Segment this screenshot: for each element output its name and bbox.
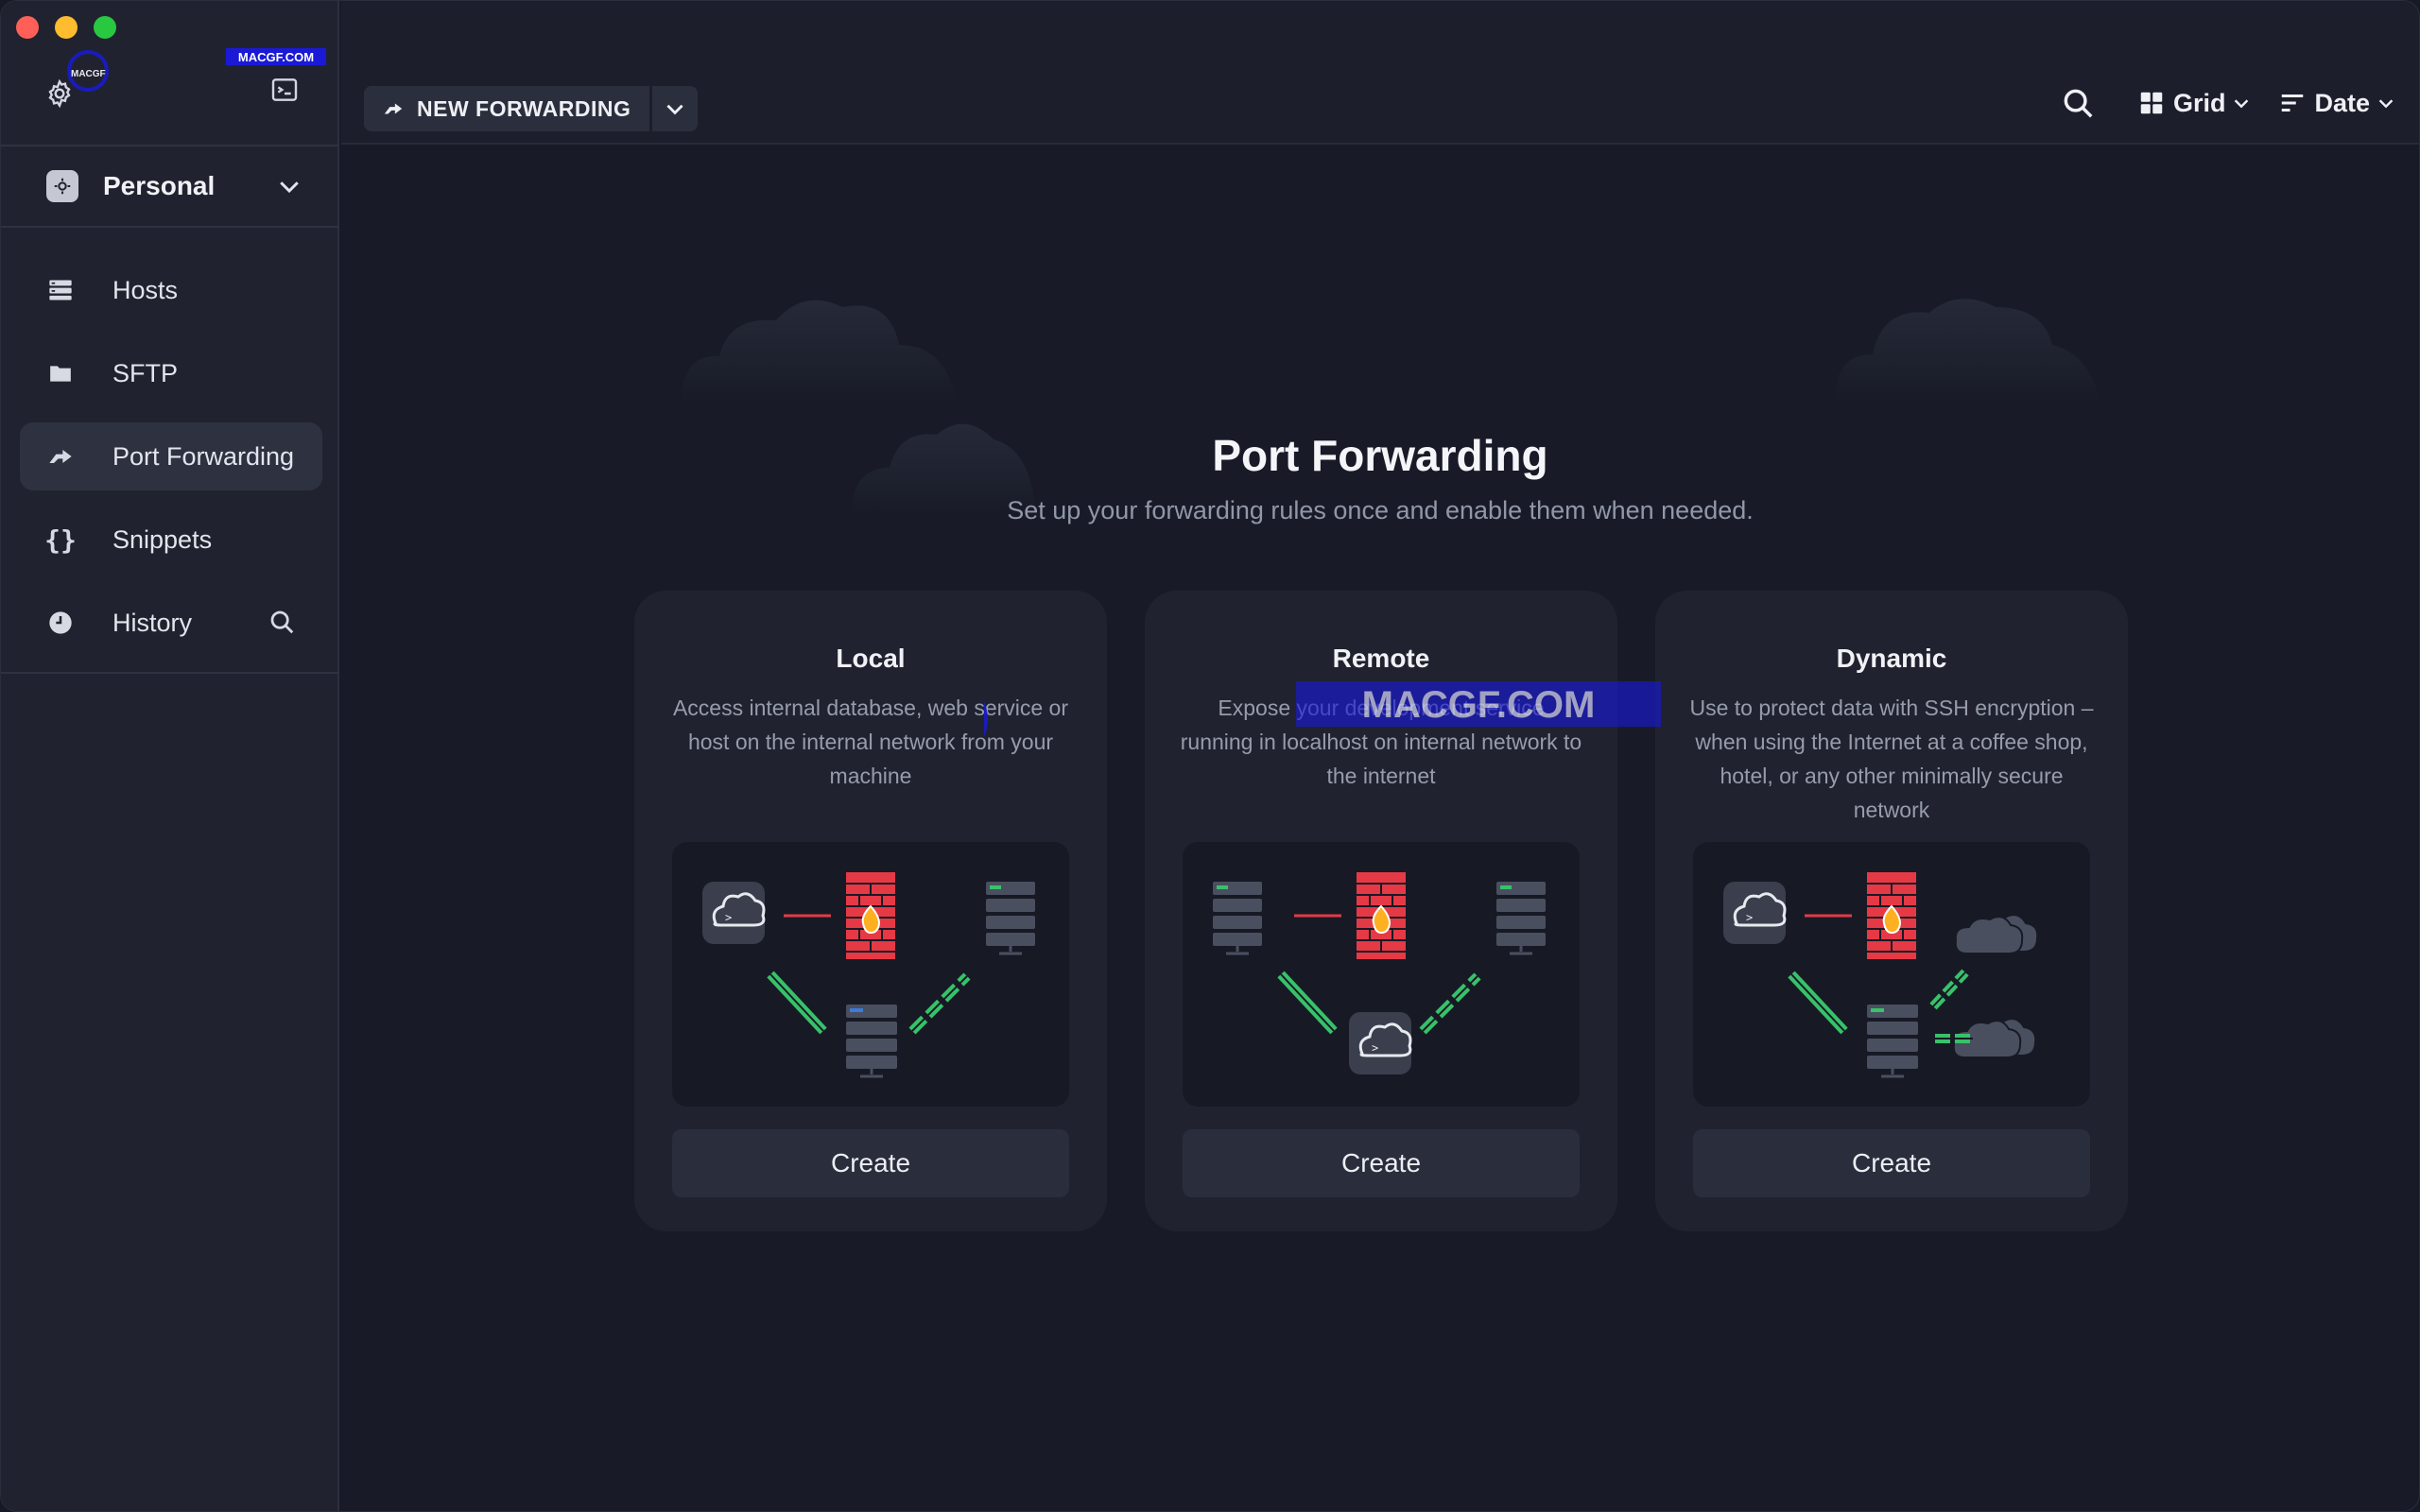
sidebar-item-label: Port Forwarding [112,441,295,471]
dynamic-forwarding-illustration: >_ [1693,842,2090,1107]
page-subtitle: Set up your forwarding rules once and en… [1007,496,1754,524]
sort-label: Date [2314,88,2370,117]
create-dynamic-button[interactable]: Create [1693,1129,2090,1197]
new-forwarding-dropdown[interactable] [652,86,699,131]
tunnel-line-dashed [1929,969,1973,1043]
chevron-down-icon [2378,99,2394,109]
main-content: Port Forwarding Set up your forwarding r… [341,146,2419,1511]
card-title: Local [836,644,906,673]
toolbar: NEW FORWARDING Grid Date [341,1,2419,145]
firewall-icon [1867,872,1916,959]
watermark-text: MACGF.COM [238,50,314,64]
create-local-button[interactable]: Create [672,1129,1069,1197]
database-server-icon [846,1005,897,1078]
watermark-logo: MACGF.COM MACGF [984,681,1661,737]
watermark-logo-text: MACGF [71,69,106,79]
card-title: Dynamic [1836,644,1947,673]
sidebar-item-snippets[interactable]: {} Snippets [20,506,322,574]
port-forwarding-icon [384,103,403,114]
vault-name: Personal [103,171,216,200]
view-mode-selector[interactable]: Grid [2137,89,2253,118]
view-mode-label: Grid [2172,88,2226,117]
sidebar-item-label: Hosts [112,275,179,304]
vault-selector[interactable]: Personal [46,162,303,211]
sidebar-divider [1,145,339,146]
port-forwarding-icon [46,442,75,471]
firewall-icon [846,872,895,959]
toolbar-controls: Grid Date [2060,84,2396,122]
zoom-window-button[interactable] [94,16,116,39]
terminal-cloud-icon: >_ [702,882,766,944]
app-window: Personal Hosts SFTP Port Forwarding {} S… [0,0,2420,1512]
new-forwarding-split-button: NEW FORWARDING [364,86,699,131]
cloud-decoration-icon [682,300,956,402]
sidebar-nav: Hosts SFTP Port Forwarding {} Snippets H… [20,256,322,672]
sort-selector[interactable]: Date [2278,89,2396,118]
terminal-cloud-icon: >_ [1349,1012,1412,1074]
sidebar-divider [1,672,339,674]
minimize-window-button[interactable] [55,16,78,39]
svg-text:>_: >_ [1372,1041,1386,1055]
folder-icon [46,359,75,387]
search-icon[interactable] [2060,85,2096,121]
chevron-down-icon [280,181,299,194]
tunnel-line-dashed [1419,972,1481,1035]
clock-icon [46,609,75,637]
new-forwarding-label: NEW FORWARDING [417,95,631,121]
history-search-icon[interactable] [268,608,298,638]
server-icon [1496,882,1546,955]
sidebar-item-port-forwarding[interactable]: Port Forwarding [20,422,322,490]
terminal-cloud-icon: >_ [1723,882,1787,944]
local-forwarding-illustration: >_ [672,842,1069,1107]
page-title: Port Forwarding [1212,431,1548,480]
sidebar-item-history[interactable]: History [20,589,322,657]
tunnel-line-dashed [908,972,971,1035]
create-remote-button[interactable]: Create [1183,1129,1580,1197]
card-title: Remote [1332,644,1430,673]
tunnel-line [1277,971,1338,1035]
internet-cloud-icon [1954,914,2039,954]
remote-forwarding-illustration: >_ [1183,842,1580,1107]
braces-icon: {} [44,524,77,556]
new-forwarding-button[interactable]: NEW FORWARDING [364,86,650,131]
svg-text:>_: >_ [1746,911,1760,924]
sidebar-item-hosts[interactable]: Hosts [20,256,322,324]
card-dynamic: Dynamic Use to protect data with SSH enc… [1655,591,2128,1231]
sidebar-item-label: SFTP [112,358,179,387]
sort-icon [2282,94,2304,112]
chevron-down-icon [666,104,683,115]
server-icon [1213,882,1262,955]
sidebar-divider [1,226,339,228]
tunnel-line [1788,971,1848,1035]
chevron-down-icon [2235,99,2249,109]
close-window-button[interactable] [16,16,39,39]
database-server-icon [1867,1005,1918,1078]
tunnel-line [767,971,827,1035]
firewall-icon [1357,872,1406,959]
server-icon [986,882,1035,955]
vault-icon [46,170,78,202]
grid-icon [2140,92,2163,114]
sidebar-item-label: Snippets [112,524,213,554]
watermark-logo: MACGF MACGF.COM [67,48,326,92]
window-controls [16,16,116,39]
sidebar-item-label: History [112,608,193,637]
card-description: Use to protect data with SSH encryption … [1689,696,2094,822]
watermark-text: MACGF.COM [1362,684,1596,726]
cloud-decoration-icon [1835,299,2100,402]
sidebar: Personal Hosts SFTP Port Forwarding {} S… [1,1,339,1511]
sidebar-item-sftp[interactable]: SFTP [20,339,322,407]
svg-text:>_: >_ [725,911,739,924]
hosts-icon [46,276,75,304]
